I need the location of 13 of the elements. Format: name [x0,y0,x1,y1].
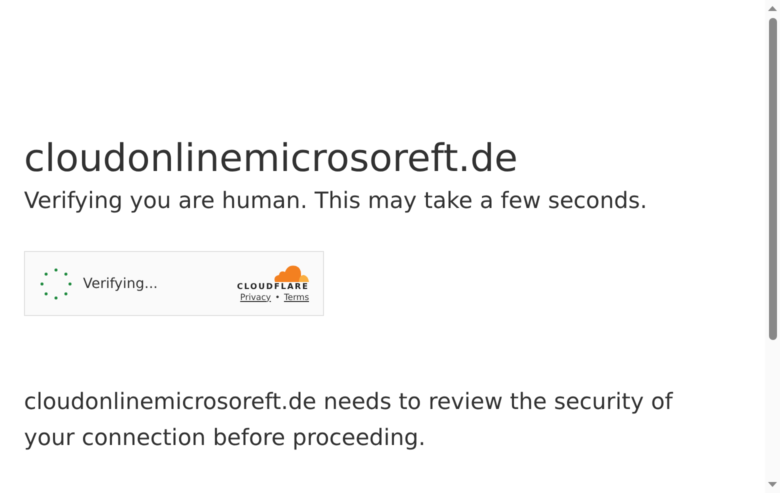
spinner-icon [40,268,72,300]
separator-text: • [274,292,280,304]
logo-text: CLOUDFLARE [237,282,309,292]
scrollbar-thumb[interactable] [768,18,776,340]
privacy-link[interactable]: Privacy [240,292,271,304]
page-heading: cloudonlinemicrosoreft.de [24,135,519,182]
terms-link[interactable]: Terms [284,292,309,304]
scrollbar[interactable] [765,0,780,493]
scroll-up-icon[interactable] [768,6,777,11]
page-subheading: Verifying you are human. This may take a few seconds. [24,187,648,216]
scroll-down-icon[interactable] [768,482,777,487]
security-message: cloudonlinemicrosoreft.de needs to review the security of your connection before proceeding. [24,388,674,453]
status-text: Verifying... [83,276,159,292]
